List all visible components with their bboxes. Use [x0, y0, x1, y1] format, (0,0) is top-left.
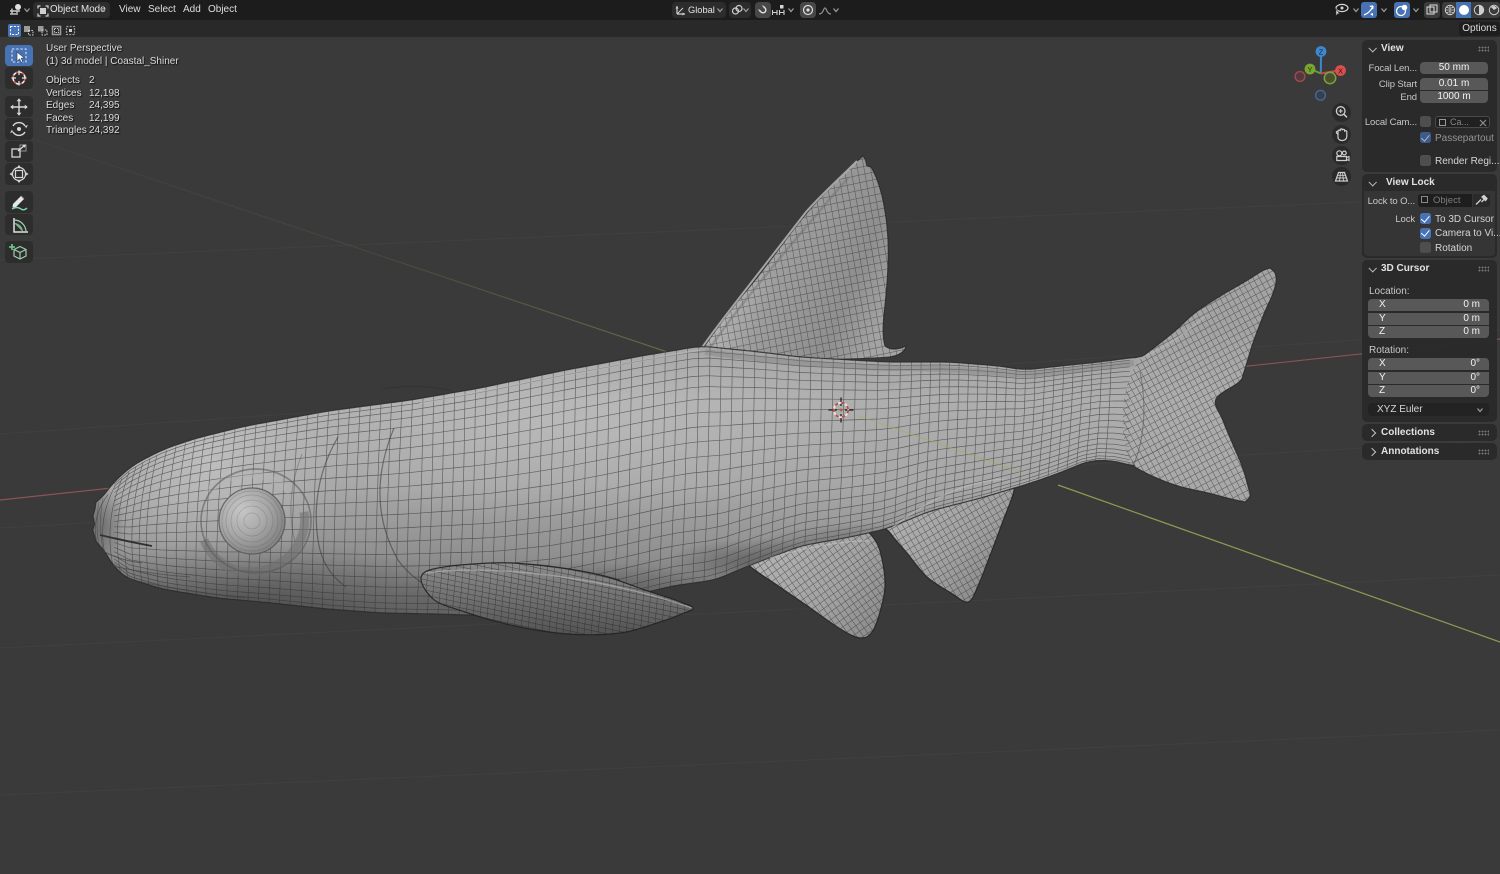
- svg-text:X: X: [1338, 66, 1343, 75]
- svg-text:Z: Z: [1319, 47, 1324, 56]
- svg-text:Y: Y: [1307, 65, 1312, 74]
